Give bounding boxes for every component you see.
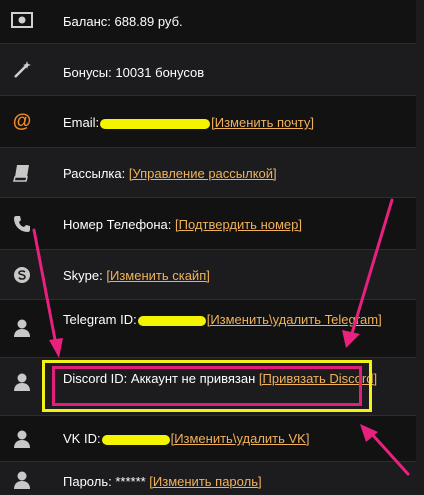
phone-label: Номер Телефона: [63, 217, 176, 232]
book-icon [10, 161, 34, 185]
skype-icon [10, 263, 34, 287]
vk-label: VK ID: [63, 431, 101, 446]
password-row: Пароль: ****** [Изменить пароль] [0, 462, 416, 495]
change-email-link[interactable]: [Изменить почту] [211, 115, 314, 130]
redaction-mark [137, 315, 206, 326]
telegram-row: Telegram ID: [Изменить\удалить Telegram] [0, 300, 416, 358]
change-telegram-link[interactable]: [Изменить\удалить Telegram] [207, 312, 382, 327]
email-label: Email: [63, 115, 100, 130]
vk-line: VK ID: [Изменить\удалить VK] [63, 430, 386, 448]
redaction-mark [101, 434, 170, 445]
email-line: Email: [Изменить почту] [63, 114, 386, 132]
mailing-label: Рассылка: [63, 166, 129, 181]
manage-mailing-link[interactable]: [Управление рассылкой] [129, 166, 277, 181]
bonus-row: Бонусы: 10031 бонусов [0, 44, 416, 96]
password-label: Пароль: ****** [63, 474, 150, 489]
vk-row: VK ID: [Изменить\удалить VK] [0, 416, 416, 462]
skype-label: Skype: [63, 268, 107, 283]
email-row: @ Email: [Изменить почту] [0, 96, 416, 148]
redaction-mark [100, 118, 211, 129]
skype-row: Skype: [Изменить скайп] [0, 250, 416, 300]
scrollbar[interactable] [416, 0, 424, 495]
user-icon [10, 468, 34, 492]
telegram-line: Telegram ID: [Изменить\удалить Telegram] [63, 311, 386, 329]
account-info-panel: Баланс: 688.89 руб. Бонусы: 10031 бонусо… [0, 0, 424, 495]
user-icon [10, 370, 34, 394]
confirm-phone-link[interactable]: [Подтвердить номер] [175, 217, 302, 232]
skype-line: Skype: [Изменить скайп] [63, 267, 386, 285]
phone-line: Номер Телефона: [Подтвердить номер] [63, 216, 386, 234]
money-icon [10, 8, 34, 32]
mailing-line: Рассылка: [Управление рассылкой] [63, 165, 386, 183]
password-line: Пароль: ****** [Изменить пароль] [63, 473, 386, 491]
magic-wand-icon [10, 58, 34, 82]
change-skype-link[interactable]: [Изменить скайп] [106, 268, 209, 283]
user-icon [10, 316, 34, 340]
user-icon [10, 427, 34, 451]
mailing-row: Рассылка: [Управление рассылкой] [0, 148, 416, 198]
phone-row: Номер Телефона: [Подтвердить номер] [0, 198, 416, 250]
telegram-label: Telegram ID: [63, 312, 137, 327]
change-password-link[interactable]: [Изменить пароль] [149, 474, 261, 489]
change-vk-link[interactable]: [Изменить\удалить VK] [171, 431, 310, 446]
phone-icon [10, 212, 34, 236]
balance-row: Баланс: 688.89 руб. [0, 0, 416, 44]
highlight-box-pink [52, 366, 362, 406]
bonus-text: Бонусы: 10031 бонусов [63, 65, 205, 80]
at-icon: @ [12, 111, 32, 132]
balance-text: Баланс: 688.89 руб. [63, 14, 183, 29]
